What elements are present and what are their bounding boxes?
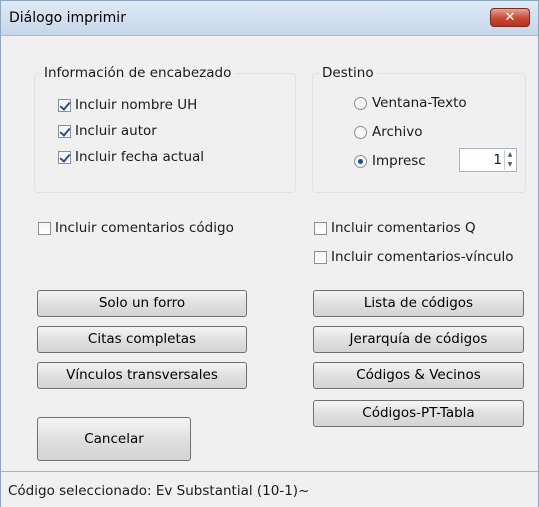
print-dialog: Diálogo imprimir ✕ Información de encabe…	[0, 0, 539, 507]
title-bar: Diálogo imprimir ✕	[1, 1, 538, 36]
single-cover-button[interactable]: Solo un forro	[37, 290, 247, 317]
include-code-comments-checkbox[interactable]: Incluir comentarios código	[38, 220, 234, 236]
checkbox-label: Incluir comentarios código	[55, 220, 234, 236]
selected-code-status: Código seleccionado: Ev Substantial (10-…	[8, 483, 310, 499]
status-bar: Código seleccionado: Ev Substantial (10-…	[1, 471, 538, 507]
checkbox-label: Incluir comentarios Q	[331, 220, 476, 236]
header-info-title: Información de encabezado	[41, 65, 235, 81]
checkbox-box[interactable]	[314, 221, 327, 235]
copies-spinner[interactable]: 1 ▲ ▼	[459, 148, 517, 172]
chevron-down-icon[interactable]: ▼	[505, 160, 515, 170]
destination-title: Destino	[319, 65, 377, 81]
radio-label: Archivo	[372, 124, 423, 140]
checkbox-label: Incluir comentarios-vínculo	[331, 249, 514, 265]
code-list-button[interactable]: Lista de códigos	[313, 290, 524, 317]
checkbox-box[interactable]	[58, 98, 71, 112]
checkbox-box[interactable]	[314, 250, 327, 264]
include-hu-name-checkbox[interactable]: Incluir nombre UH	[58, 97, 197, 113]
checkbox-label: Incluir nombre UH	[75, 97, 198, 113]
include-link-comments-checkbox[interactable]: Incluir comentarios-vínculo	[314, 249, 514, 265]
codes-pt-table-button[interactable]: Códigos-PT-Tabla	[313, 400, 524, 427]
checkbox-label: Incluir fecha actual	[75, 149, 205, 165]
include-q-comments-checkbox[interactable]: Incluir comentarios Q	[314, 220, 476, 236]
radio-dot[interactable]	[354, 96, 367, 110]
chevron-up-icon[interactable]: ▲	[505, 150, 515, 160]
destination-text-window-radio[interactable]: Ventana-Texto	[354, 95, 467, 111]
radio-label: Impresc	[372, 153, 426, 169]
codes-neighbors-button[interactable]: Códigos & Vecinos	[313, 362, 524, 389]
dialog-title: Diálogo imprimir	[9, 10, 126, 26]
destination-printer-radio[interactable]: Impresc	[354, 153, 426, 169]
full-quotes-button[interactable]: Citas completas	[37, 326, 247, 353]
close-button[interactable]: ✕	[490, 8, 530, 27]
destination-file-radio[interactable]: Archivo	[354, 124, 422, 140]
radio-dot[interactable]	[354, 125, 367, 139]
close-icon: ✕	[504, 10, 516, 25]
copies-value[interactable]: 1	[493, 152, 502, 168]
radio-dot[interactable]	[354, 154, 367, 168]
cross-links-button[interactable]: Vínculos transversales	[37, 362, 247, 389]
checkbox-box[interactable]	[58, 124, 71, 138]
include-author-checkbox[interactable]: Incluir autor	[58, 123, 157, 139]
checkbox-box[interactable]	[58, 150, 71, 164]
checkbox-label: Incluir autor	[75, 123, 157, 139]
spinner-arrows[interactable]: ▲ ▼	[504, 150, 515, 170]
radio-label: Ventana-Texto	[372, 95, 467, 111]
cancel-button[interactable]: Cancelar	[37, 417, 191, 461]
code-hierarchy-button[interactable]: Jerarquía de códigos	[313, 326, 524, 353]
checkbox-box[interactable]	[38, 221, 51, 235]
include-date-checkbox[interactable]: Incluir fecha actual	[58, 149, 204, 165]
